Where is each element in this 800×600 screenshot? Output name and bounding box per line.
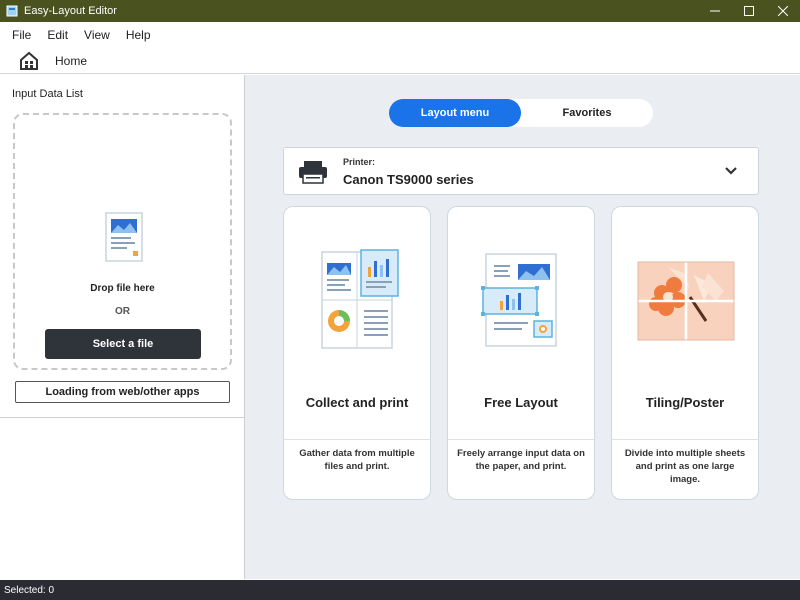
card-separator [612,439,758,440]
close-button[interactable] [766,0,800,22]
document-image-icon [105,212,143,262]
or-label: OR [115,306,130,317]
printer-label: Printer: [343,157,376,167]
menu-edit[interactable]: Edit [39,28,76,42]
card-description: Freely arrange input data on the paper, … [457,448,585,472]
close-icon [778,6,788,16]
drop-file-label: Drop file here [90,283,155,294]
window-title: Easy-Layout Editor [24,5,117,17]
printer-name: Canon TS9000 series [343,172,474,187]
tab-favorites[interactable]: Favorites [521,99,653,127]
chevron-down-icon [725,167,737,175]
panel-divider [0,417,244,418]
panel-title: Input Data List [12,88,83,100]
collect-print-illustration [321,249,399,349]
app-icon [6,5,18,17]
status-bar: Selected: 0 [0,580,800,600]
card-title: Free Layout [484,395,558,410]
window-controls [698,0,800,22]
card-free-layout[interactable]: Free Layout Freely arrange input data on… [447,206,595,500]
card-title: Collect and print [305,395,409,410]
minimize-button[interactable] [698,0,732,22]
home-bar: Home [0,48,800,74]
title-bar: Easy-Layout Editor [0,0,800,22]
card-separator [284,439,430,440]
card-separator [448,439,594,440]
menu-file[interactable]: File [4,28,39,42]
select-file-button[interactable]: Select a file [45,329,201,359]
free-layout-illustration [481,253,557,347]
home-icon[interactable] [19,51,39,71]
card-collect-and-print[interactable]: Collect and print Gather data from multi… [283,206,431,500]
home-link[interactable]: Home [55,54,87,68]
printer-icon [299,161,327,184]
menu-help[interactable]: Help [118,28,159,42]
maximize-icon [744,6,754,16]
tab-layout-menu[interactable]: Layout menu [389,99,521,127]
menu-bar: File Edit View Help [0,22,800,48]
main-area: Layout menu Favorites Printer: Canon TS9… [245,75,800,579]
printer-selector[interactable]: Printer: Canon TS9000 series [283,147,759,195]
card-tiling-poster[interactable]: Tiling/Poster Divide into multiple sheet… [611,206,759,500]
maximize-button[interactable] [732,0,766,22]
file-drop-zone[interactable]: Drop file here OR Select a file [13,113,232,370]
card-description: Gather data from multiple files and prin… [299,448,415,472]
menu-view[interactable]: View [76,28,118,42]
card-description: Divide into multiple sheets and print as… [624,448,746,485]
minimize-icon [710,10,720,12]
tiling-poster-illustration [637,261,735,341]
card-title: Tiling/Poster [645,395,725,410]
selected-count: Selected: 0 [4,584,55,596]
load-from-web-button[interactable]: Loading from web/other apps [15,381,230,403]
menu-toggle: Layout menu Favorites [389,99,653,127]
input-data-panel: Input Data List Drop file here OR Select… [0,75,245,579]
